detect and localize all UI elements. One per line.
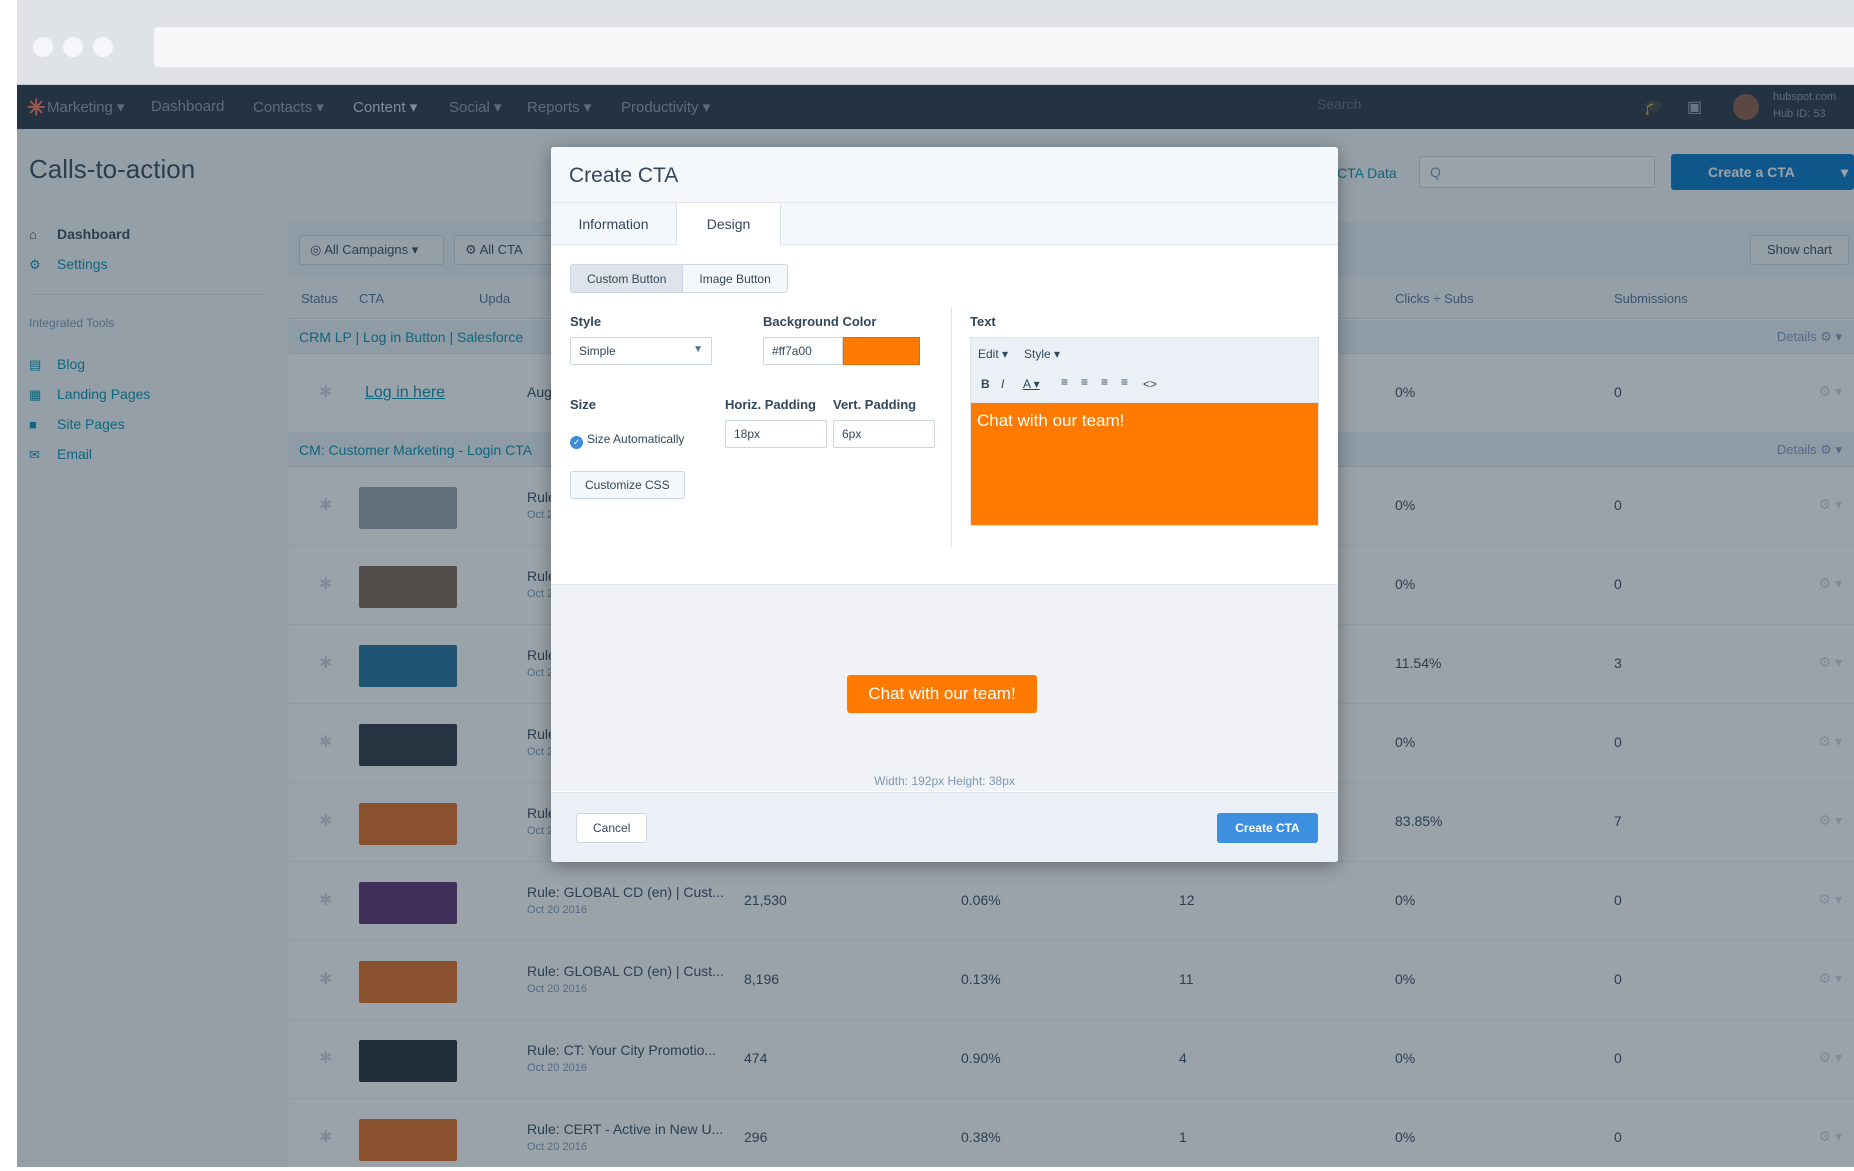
customize-css-button[interactable]: Customize CSS (570, 471, 685, 499)
preview-dimensions: Width: 192px Height: 38px (874, 774, 1015, 788)
column-divider (951, 307, 952, 547)
text-color-icon[interactable]: A ▾ (1023, 377, 1040, 391)
create-cta-button[interactable]: Create CTA (1217, 813, 1318, 843)
edit-menu-label: Edit (978, 347, 999, 361)
window-close-dot[interactable] (33, 37, 53, 57)
source-code-icon[interactable]: <> (1143, 377, 1157, 391)
modal-footer: Cancel Create CTA (551, 792, 1338, 862)
horizontal-padding-label: Horiz. Padding (725, 397, 816, 412)
tab-design[interactable]: Design (676, 203, 781, 246)
align-right-icon[interactable]: ≡ (1101, 375, 1108, 389)
style-label: Style (570, 314, 602, 329)
size-automatically-label: Size Automatically (587, 432, 685, 446)
window-maximize-dot[interactable] (93, 37, 113, 57)
text-label: Text (970, 314, 996, 329)
cancel-button[interactable]: Cancel (576, 813, 648, 843)
rich-text-toolbar: Edit ▾ Style ▾ B I A ▾ ≡ ≡ ≡ ≡ <> (970, 337, 1319, 402)
style-menu-label: Style (1024, 347, 1051, 361)
button-type-toggle: Custom Button Image Button (570, 264, 788, 293)
chevron-down-icon: ▼ (693, 344, 703, 355)
justify-icon[interactable]: ≡ (1121, 375, 1128, 389)
custom-button-option[interactable]: Custom Button (571, 265, 684, 292)
browser-window: ✳ Marketing ▾ Dashboard Contacts ▾ Conte… (17, 0, 1854, 1167)
size-label: Size (570, 397, 597, 412)
background-color-swatch[interactable] (843, 337, 920, 365)
style-select[interactable]: Simple ▼ (570, 337, 712, 365)
checkmark-icon: ✓ (570, 436, 583, 449)
cta-preview-button: Chat with our team! (847, 675, 1037, 713)
edit-menu[interactable]: Edit ▾ (978, 347, 1008, 361)
style-menu[interactable]: Style ▾ (1024, 347, 1060, 361)
create-cta-modal: Create CTA Information Design Custom But… (551, 147, 1338, 862)
address-bar[interactable] (154, 27, 1854, 67)
modal-title: Create CTA (569, 164, 679, 187)
horizontal-padding-input[interactable]: 18px (725, 420, 827, 448)
align-left-icon[interactable]: ≡ (1061, 375, 1068, 389)
background-color-input[interactable]: #ff7a00 (763, 337, 843, 365)
background-color-label: Background Color (763, 314, 877, 329)
vertical-padding-label: Vert. Padding (833, 397, 917, 412)
browser-chrome (17, 0, 1854, 85)
italic-icon[interactable]: I (1001, 377, 1004, 391)
align-center-icon[interactable]: ≡ (1081, 375, 1088, 389)
window-minimize-dot[interactable] (63, 37, 83, 57)
modal-tabs: Information Design (551, 203, 1338, 246)
modal-header: Create CTA (551, 147, 1338, 203)
cta-text-content: Chat with our team! (977, 411, 1125, 430)
cta-preview-area: Chat with our team! Width: 192px Height:… (551, 584, 1338, 791)
size-automatically-checkbox[interactable]: ✓ Size Automatically (570, 432, 684, 449)
vertical-padding-input[interactable]: 6px (833, 420, 935, 448)
image-button-option[interactable]: Image Button (683, 265, 787, 292)
bold-icon[interactable]: B (981, 377, 990, 391)
tab-information[interactable]: Information (551, 203, 676, 245)
cta-text-editor[interactable]: Chat with our team! (970, 402, 1319, 526)
style-select-value: Simple (579, 344, 616, 358)
